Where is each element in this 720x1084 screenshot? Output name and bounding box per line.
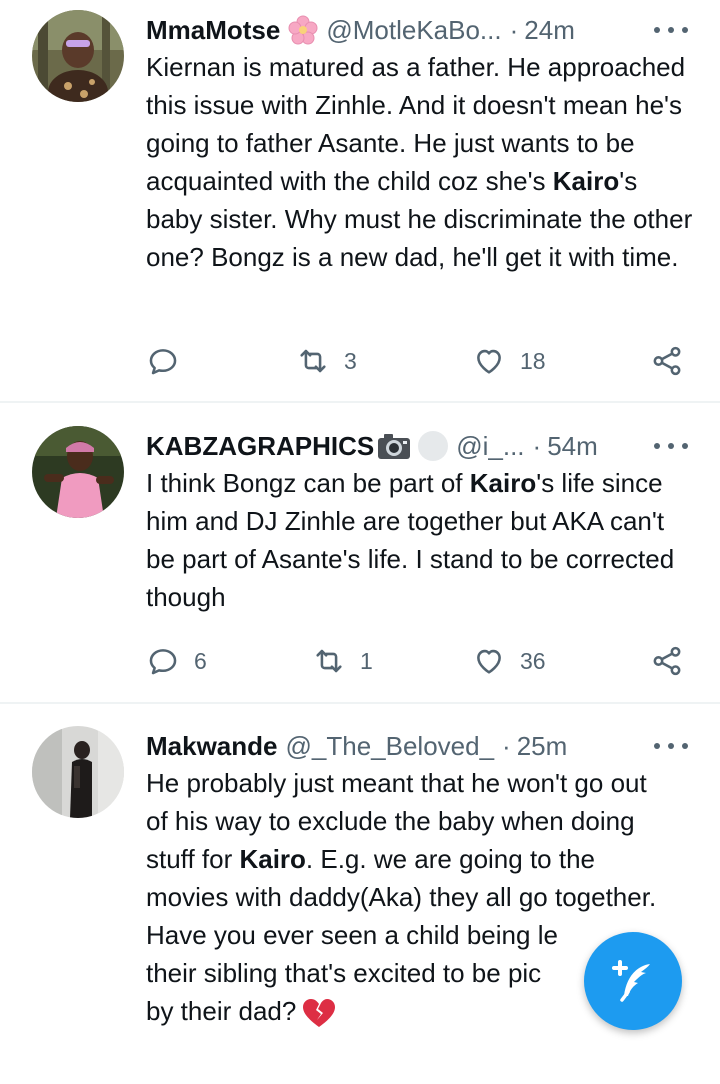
avatar[interactable] [32,10,124,102]
tweet-header: KABZAGRAPHICS @i_... · 54m [146,428,700,464]
separator-dot: · [532,430,542,461]
user-handle[interactable]: @MotleKaBo... [326,15,501,46]
share-button[interactable] [650,641,684,681]
share-icon [653,646,681,676]
heart-icon [477,349,501,374]
user-name[interactable]: KABZAGRAPHICS [146,431,374,462]
retweet-icon [316,649,342,673]
like-button[interactable]: 18 [472,341,546,381]
bold-keyword: Kairo [469,468,537,498]
retweet-count: 1 [360,647,373,674]
emoji-placeholder-icon [418,431,449,461]
reply-button[interactable]: 6 [146,641,207,681]
like-count: 36 [520,647,546,674]
reply-button[interactable] [146,341,180,381]
separator-dot: · [502,730,511,761]
more-dots-icon[interactable] [654,432,688,460]
share-icon [653,346,681,376]
timestamp[interactable]: 54m [547,431,598,462]
tweet-header: MmaMotse @MotleKaBo... · 24m [146,12,700,48]
bold-keyword: Kairo [552,166,620,196]
timestamp[interactable]: 25m [517,731,568,762]
heart-icon [477,649,501,674]
tweet-actions: 3 18 [146,341,700,381]
compose-tweet-button[interactable] [584,932,682,1030]
retweet-count: 3 [344,347,357,374]
share-button[interactable] [650,341,684,381]
separator-dot: · [509,14,519,45]
retweet-icon [300,349,326,373]
retweet-button[interactable]: 3 [296,341,357,381]
user-handle[interactable]: @i_... [456,431,524,462]
reply-icon [149,349,177,375]
broken-heart-icon [303,999,336,1028]
more-dots-icon[interactable] [654,16,688,44]
tweet-3[interactable]: Makwande @_The_Beloved_ · 25m He probabl… [0,704,720,1084]
tweet-2[interactable]: KABZAGRAPHICS @i_... · 54m I think Bongz… [0,403,720,703]
user-name[interactable]: Makwande [146,731,278,762]
tweet-header: Makwande @_The_Beloved_ · 25m [146,728,700,764]
retweet-button[interactable]: 1 [312,641,373,681]
reply-icon [149,649,177,675]
user-handle[interactable]: @_The_Beloved_ [286,731,495,762]
tweet-text: I think Bongz can be part of Kairo's lif… [146,468,675,612]
like-count: 18 [520,347,546,374]
camera-icon [378,434,411,459]
cherry-blossom-icon [288,15,318,45]
compose-feather-icon [612,960,650,1002]
user-name[interactable]: MmaMotse [146,15,280,46]
tweet-text: Kiernan is matured as a father. He appro… [146,52,693,272]
reply-count: 6 [194,647,207,674]
bold-keyword: Kairo [239,844,306,874]
tweet-1[interactable]: MmaMotse @MotleKaBo... · 24m Kiernan is … [0,0,720,402]
tweet-actions: 6 1 36 [146,641,700,681]
avatar[interactable] [32,726,124,818]
more-dots-icon[interactable] [654,732,688,760]
like-button[interactable]: 36 [472,641,546,681]
timestamp[interactable]: 24m [524,15,575,46]
avatar[interactable] [32,426,124,518]
